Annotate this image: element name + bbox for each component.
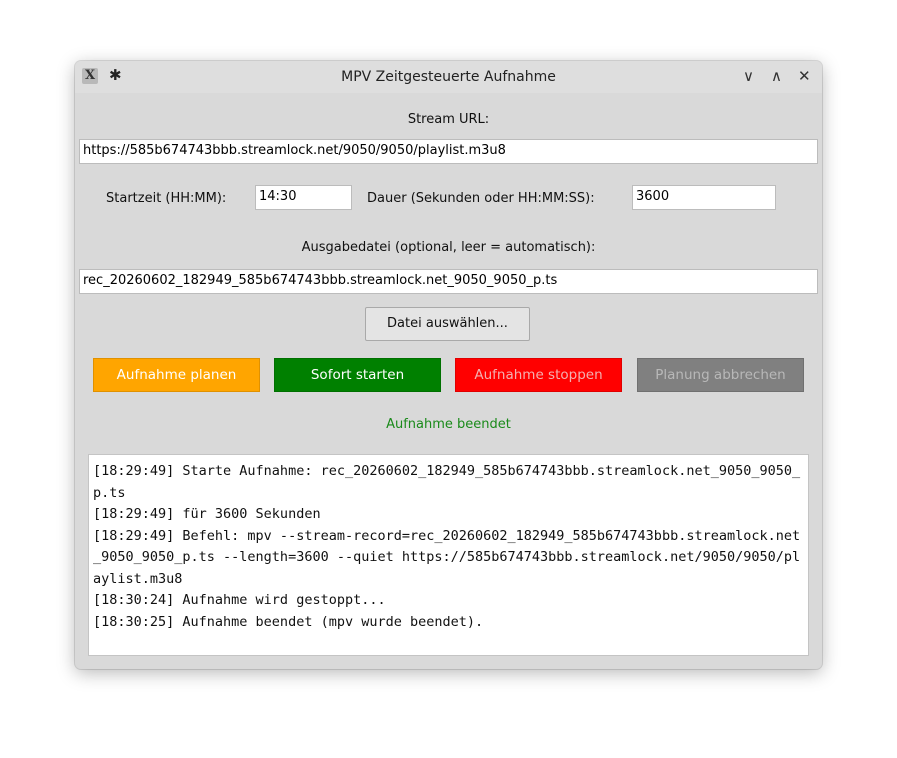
window-title: MPV Zeitgesteuerte Aufnahme	[341, 69, 556, 85]
log-line: [18:30:25] Aufnahme beendet (mpv wurde b…	[93, 613, 484, 630]
output-file-input[interactable]: rec_20260602_182949_585b674743bbb.stream…	[79, 269, 818, 294]
log-line: [18:30:24] Aufnahme wird gestoppt...	[93, 592, 386, 608]
log-textbox[interactable]: [18:29:49] Starte Aufnahme: rec_20260602…	[88, 454, 809, 656]
stop-recording-button[interactable]: Aufnahme stoppen	[455, 358, 622, 392]
start-time-input[interactable]: 14:30	[255, 185, 352, 210]
stream-url-input[interactable]: https://585b674743bbb.streamlock.net/905…	[79, 139, 818, 164]
start-time-label: Startzeit (HH:MM):	[106, 191, 227, 206]
title-bar[interactable]: X ✱ MPV Zeitgesteuerte Aufnahme ∨ ∧ ✕	[75, 61, 822, 93]
output-file-label: Ausgabedatei (optional, leer = automatis…	[301, 240, 596, 255]
choose-file-button[interactable]: Datei auswählen...	[365, 307, 530, 341]
status-label: Aufnahme beendet	[386, 417, 511, 432]
schedule-recording-button[interactable]: Aufnahme planen	[93, 358, 260, 392]
chevron-up-icon[interactable]: ∧	[771, 67, 782, 85]
start-now-button[interactable]: Sofort starten	[274, 358, 441, 392]
chevron-down-icon[interactable]: ∨	[743, 67, 754, 85]
stream-url-label: Stream URL:	[407, 112, 490, 127]
log-line: [18:29:49] für 3600 Sekunden	[93, 506, 321, 522]
app-window: X ✱ MPV Zeitgesteuerte Aufnahme ∨ ∧ ✕ St…	[75, 61, 822, 669]
duration-label: Dauer (Sekunden oder HH:MM:SS):	[367, 191, 595, 206]
duration-input[interactable]: 3600	[632, 185, 776, 210]
log-line: [18:29:49] Starte Aufnahme: rec_20260602…	[93, 463, 801, 501]
cancel-schedule-button[interactable]: Planung abbrechen	[637, 358, 804, 392]
log-line: [18:29:49] Befehl: mpv --stream-record=r…	[93, 527, 801, 587]
close-icon[interactable]: ✕	[798, 67, 811, 85]
